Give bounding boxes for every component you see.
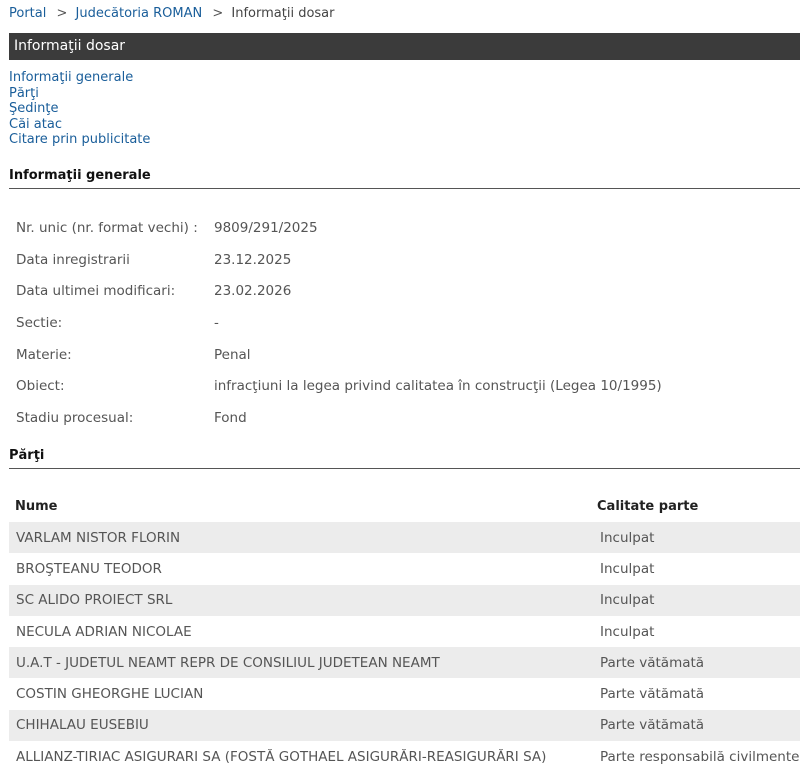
info-row-nr-unic: Nr. unic (nr. format vechi) : 9809/291/2… (16, 212, 662, 244)
nav-link-citare-publicitate[interactable]: Citare prin publicitate (9, 132, 150, 148)
column-header-calitate: Calitate parte (597, 498, 699, 514)
party-name: U.A.T - JUDETUL NEAMT REPR DE CONSILIUL … (16, 654, 440, 671)
info-label: Sectie: (16, 314, 63, 331)
party-name: CHIHALAU EUSEBIU (16, 717, 149, 734)
party-name: VARLAM NISTOR FLORIN (16, 529, 181, 546)
party-role: Parte vătămată (600, 717, 705, 734)
party-role: Inculpat (600, 560, 655, 577)
nav-link-cai-atac[interactable]: Căi atac (9, 117, 150, 133)
info-value: Penal (214, 346, 251, 363)
info-value: 9809/291/2025 (214, 219, 318, 236)
info-label: Materie: (16, 346, 72, 363)
info-row-obiect: Obiect: infracţiuni la legea privind cal… (16, 370, 662, 402)
info-label: Stadiu procesual: (16, 409, 134, 426)
column-header-nume: Nume (15, 498, 58, 514)
table-row: BROŞTEANU TEODOR Inculpat (9, 553, 800, 584)
info-row-materie: Materie: Penal (16, 339, 662, 371)
info-label: Obiect: (16, 378, 65, 395)
party-role: Parte responsabilă civilmente (600, 748, 800, 765)
party-name: BROŞTEANU TEODOR (16, 560, 162, 577)
party-name: NECULA ADRIAN NICOLAE (16, 623, 192, 640)
info-row-data-modificari: Data ultimei modificari: 23.02.2026 (16, 275, 662, 307)
info-value: Fond (214, 409, 247, 426)
breadcrumb-current: Informaţii dosar (231, 6, 335, 21)
info-value: 23.12.2025 (214, 251, 292, 268)
party-name: ALLIANZ-TIRIAC ASIGURARI SA (FOSTĂ GOTHA… (16, 748, 547, 765)
parties-table-header: Nume Calitate parte (9, 490, 800, 522)
info-label: Data ultimei modificari: (16, 283, 176, 300)
table-row: ALLIANZ-TIRIAC ASIGURARI SA (FOSTĂ GOTHA… (9, 741, 800, 772)
breadcrumb-portal-link[interactable]: Portal (9, 6, 46, 21)
party-role: Inculpat (600, 592, 655, 609)
party-name: COSTIN GHEORGHE LUCIAN (16, 686, 204, 703)
page-title: Informaţii dosar (9, 33, 800, 60)
table-row: NECULA ADRIAN NICOLAE Inculpat (9, 616, 800, 647)
table-row: CHIHALAU EUSEBIU Parte vătămată (9, 709, 800, 742)
table-row: U.A.T - JUDETUL NEAMT REPR DE CONSILIUL … (9, 647, 800, 679)
party-name: SC ALIDO PROIECT SRL (16, 592, 173, 609)
breadcrumb: Portal > Judecătoria ROMAN > Informaţii … (9, 6, 334, 22)
party-role: Inculpat (600, 529, 655, 546)
table-row: VARLAM NISTOR FLORIN Inculpat (9, 522, 800, 554)
table-row: COSTIN GHEORGHE LUCIAN Parte vătămată (9, 678, 800, 709)
table-row: SC ALIDO PROIECT SRL Inculpat (9, 584, 800, 616)
nav-link-informatii-generale[interactable]: Informaţii generale (9, 70, 150, 86)
breadcrumb-separator: > (212, 6, 224, 21)
info-label: Nr. unic (nr. format vechi) : (16, 219, 198, 236)
info-value: 23.02.2026 (214, 283, 292, 300)
nav-link-sedinte[interactable]: Şedinţe (9, 101, 150, 117)
nav-link-parti[interactable]: Părţi (9, 86, 150, 102)
parties-table: Nume Calitate parte VARLAM NISTOR FLORIN… (9, 490, 800, 772)
info-row-sectie: Sectie: - (16, 307, 662, 339)
info-label: Data inregistrarii (16, 251, 130, 268)
info-value: infracţiuni la legea privind calitatea î… (214, 378, 662, 395)
party-role: Inculpat (600, 623, 655, 640)
info-value: - (214, 314, 219, 331)
party-role: Parte vătămată (600, 654, 705, 671)
parti-heading: Părţi (9, 448, 800, 469)
breadcrumb-separator: > (56, 6, 68, 21)
general-info-table: Nr. unic (nr. format vechi) : 9809/291/2… (16, 212, 662, 434)
breadcrumb-court-link[interactable]: Judecătoria ROMAN (76, 6, 203, 21)
info-row-stadiu-procesual: Stadiu procesual: Fond (16, 402, 662, 434)
info-row-data-inregistrarii: Data inregistrarii 23.12.2025 (16, 244, 662, 276)
general-info-heading: Informaţii generale (9, 168, 800, 189)
party-role: Parte vătămată (600, 686, 705, 703)
section-nav: Informaţii generale Părţi Şedinţe Căi at… (9, 70, 150, 148)
